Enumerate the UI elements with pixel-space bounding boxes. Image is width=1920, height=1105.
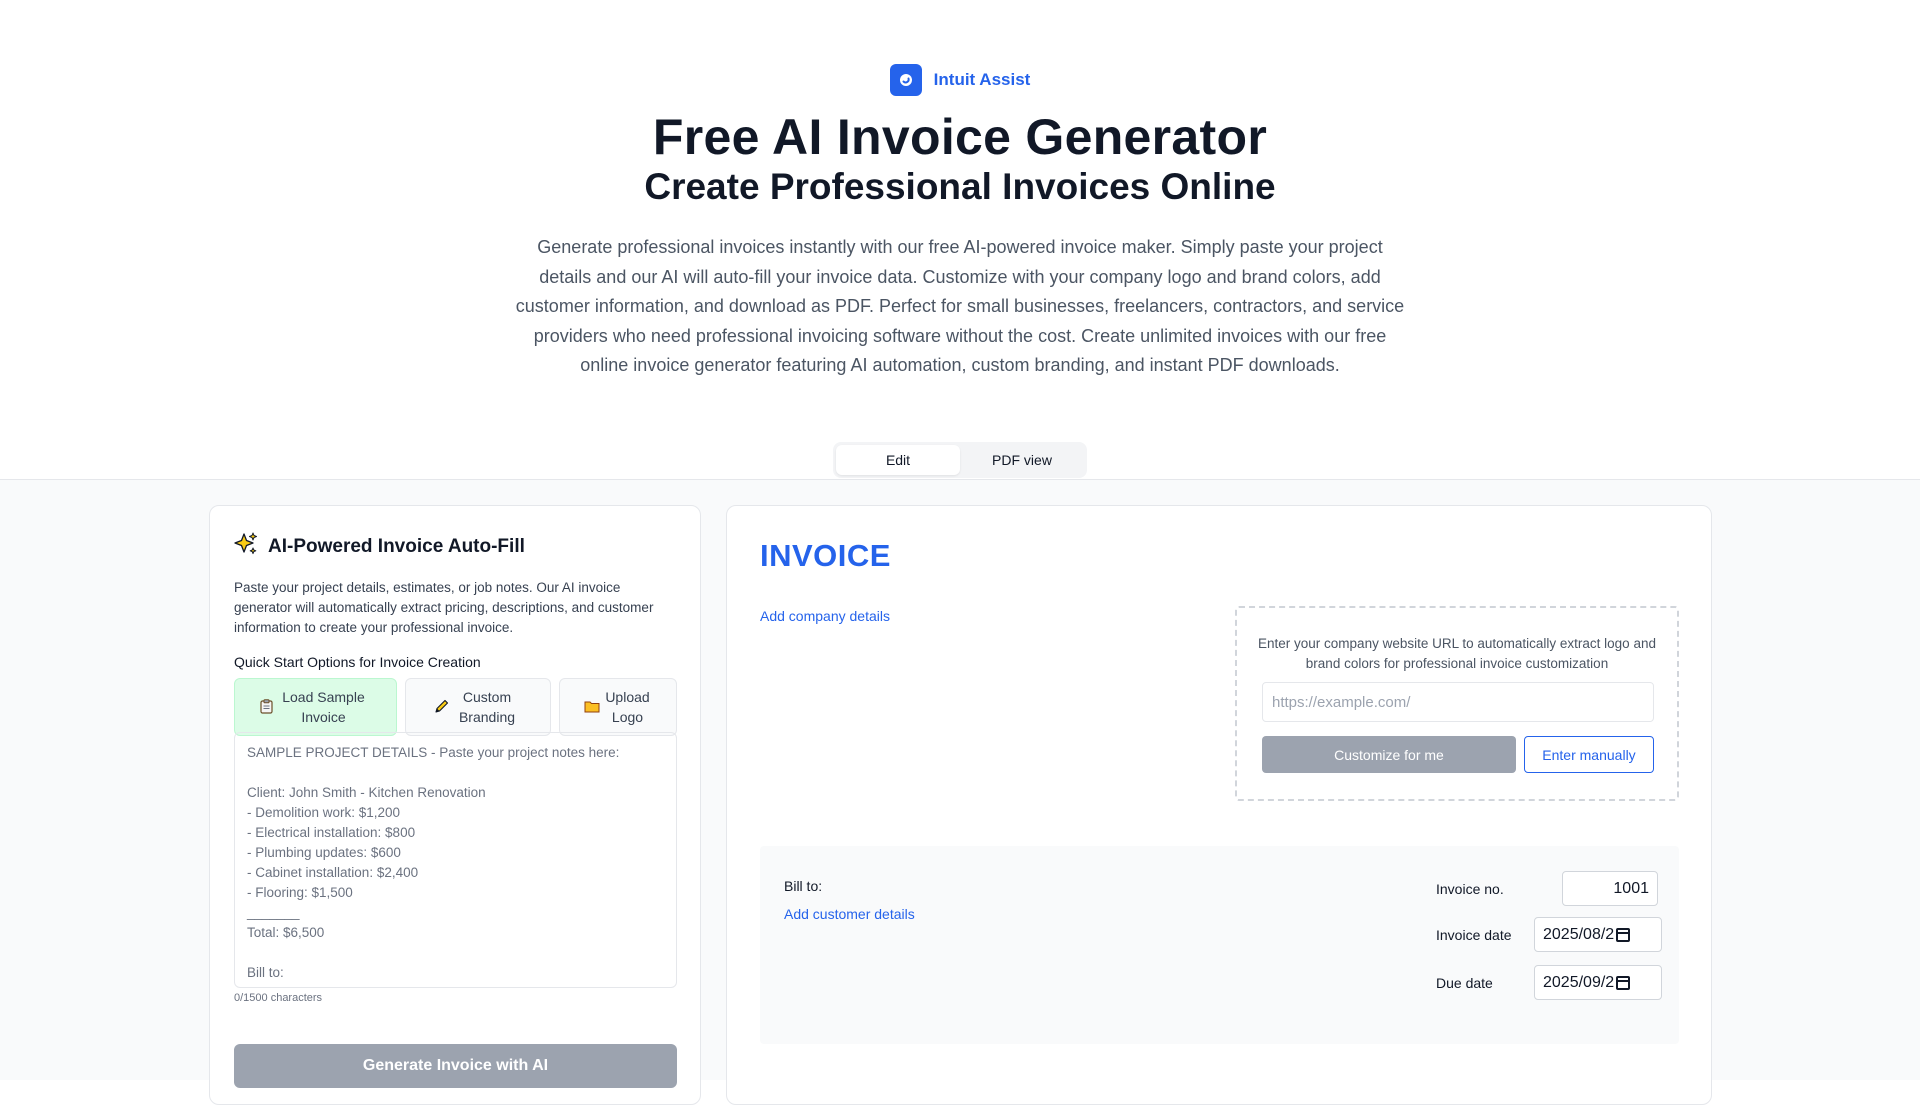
load-sample-label: Load Sample Invoice	[282, 689, 365, 725]
invoice-number-input[interactable]: 1001	[1562, 871, 1658, 906]
hero-description: Generate professional invoices instantly…	[515, 237, 1405, 375]
add-company-details-link[interactable]: Add company details	[760, 608, 890, 624]
editor-workspace: AI-Powered Invoice Auto-Fill Paste your …	[0, 479, 1920, 1105]
due-date-label: Due date	[1436, 974, 1493, 991]
quick-start-label: Quick Start Options for Invoice Creation	[234, 654, 481, 670]
upload-logo-button[interactable]: Upload Logo	[559, 678, 677, 736]
ai-panel-title: AI-Powered Invoice Auto-Fill	[268, 536, 525, 557]
invoice-date-row: Invoice date 2025/08/2	[1436, 917, 1662, 952]
invoice-date-input[interactable]: 2025/08/2	[1534, 917, 1662, 952]
invoice-heading: INVOICE	[760, 538, 891, 573]
brand-header: Intuit Assist	[0, 64, 1920, 96]
pencil-icon	[434, 697, 452, 717]
calendar-icon[interactable]	[1616, 975, 1631, 990]
branding-url-box: Enter your company website URL to automa…	[1235, 606, 1679, 801]
intuit-assist-icon	[889, 64, 922, 96]
due-date-value: 2025/09/2	[1543, 973, 1615, 991]
sparkles-icon	[234, 532, 258, 562]
brand-label: Intuit Assist	[933, 70, 1031, 89]
character-counter: 0/1500 characters	[234, 992, 323, 1004]
invoice-date-value: 2025/08/2	[1543, 925, 1615, 943]
view-tabs: Edit PDF view	[833, 442, 1087, 478]
custom-branding-button[interactable]: Custom Branding	[405, 678, 551, 736]
url-help-text: Enter your company website URL to automa…	[1258, 636, 1656, 671]
invoice-number-label: Invoice no.	[1436, 880, 1504, 897]
upload-logo-label: Upload Logo	[605, 689, 650, 725]
enter-manually-button[interactable]: Enter manually	[1524, 736, 1654, 773]
ai-autofill-panel: AI-Powered Invoice Auto-Fill Paste your …	[209, 505, 701, 1105]
custom-branding-label: Custom Branding	[458, 689, 516, 725]
load-sample-invoice-button[interactable]: Load Sample Invoice	[234, 678, 397, 736]
hero-section: Intuit Assist Free AI Invoice Generator …	[0, 0, 1920, 479]
bill-to-label: Bill to:	[784, 878, 823, 894]
invoice-date-label: Invoice date	[1436, 926, 1512, 943]
ai-panel-description: Paste your project details, estimates, o…	[234, 580, 654, 635]
clipboard-icon	[260, 697, 276, 717]
generate-invoice-button[interactable]: Generate Invoice with AI	[234, 1044, 677, 1088]
due-date-input[interactable]: 2025/09/2	[1534, 965, 1662, 1000]
ai-panel-heading: AI-Powered Invoice Auto-Fill	[234, 532, 525, 562]
calendar-icon[interactable]	[1616, 927, 1631, 942]
tab-pdf-view[interactable]: PDF view	[960, 445, 1084, 475]
website-url-input[interactable]: https://example.com/	[1262, 682, 1654, 722]
invoice-number-value: 1001	[1613, 879, 1649, 897]
add-customer-details-link[interactable]: Add customer details	[784, 906, 915, 922]
invoice-editor: INVOICE Add company details Enter your c…	[726, 505, 1712, 1105]
quick-start-options: Load Sample Invoice Custom Branding Uplo…	[234, 678, 677, 736]
page-subtitle: Create Professional Invoices Online	[644, 166, 1276, 207]
bill-to-panel: Bill to: Add customer details Invoice no…	[760, 846, 1679, 1044]
tab-edit[interactable]: Edit	[836, 445, 960, 475]
invoice-number-row: Invoice no. 1001	[1436, 871, 1658, 906]
due-date-row: Due date 2025/09/2	[1436, 965, 1662, 1000]
page-title: Free AI Invoice Generator	[652, 109, 1268, 165]
project-notes-textarea[interactable]: SAMPLE PROJECT DETAILS - Paste your proj…	[234, 732, 677, 988]
customize-for-me-button[interactable]: Customize for me	[1262, 736, 1516, 773]
folder-icon	[584, 697, 603, 717]
